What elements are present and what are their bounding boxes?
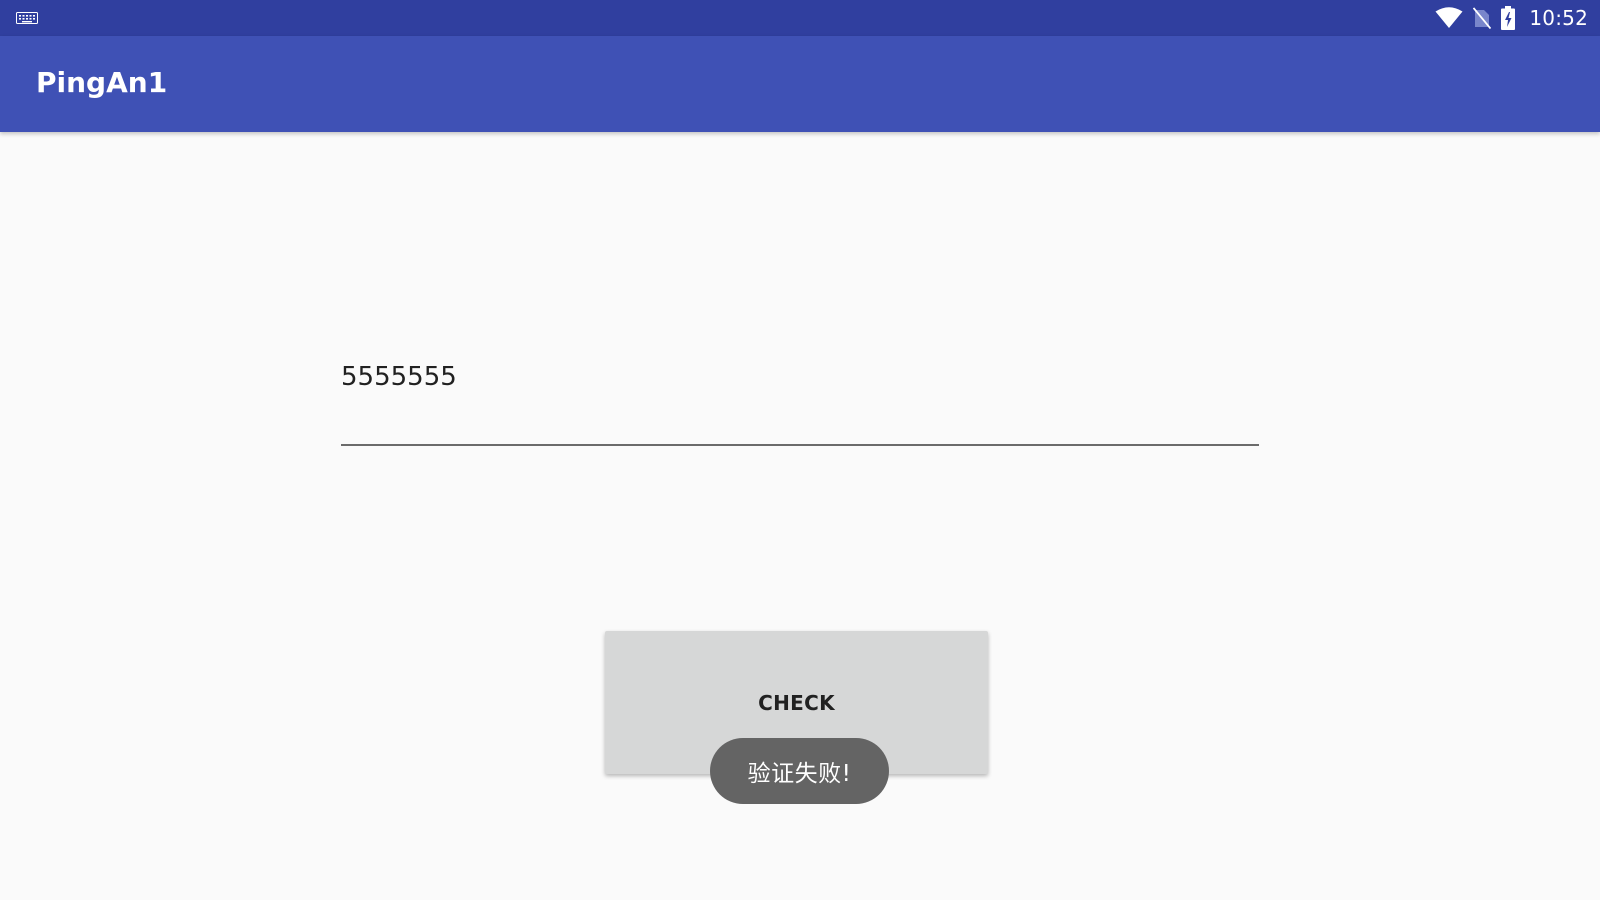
- toast-text: 验证失败!: [747, 761, 852, 787]
- status-time: 10:52: [1529, 6, 1588, 30]
- wifi-icon: [1435, 7, 1463, 28]
- battery-charging-icon: [1501, 6, 1516, 30]
- number-input-field[interactable]: 5555555: [341, 352, 1259, 446]
- input-value[interactable]: 5555555: [341, 360, 457, 394]
- check-button-label: CHECK: [758, 690, 835, 715]
- app-screen: 10:52 PingAn1 5555555 CHECK 验证失败!: [0, 0, 1600, 900]
- toast-message: 验证失败!: [710, 738, 889, 804]
- no-sim-icon: [1473, 7, 1492, 29]
- app-title: PingAn1: [36, 66, 168, 99]
- app-bar: PingAn1: [0, 36, 1600, 132]
- status-icons: 10:52: [1435, 0, 1588, 36]
- keyboard-icon: [16, 12, 38, 24]
- status-bar: 10:52: [0, 0, 1600, 36]
- input-underline: [341, 444, 1259, 446]
